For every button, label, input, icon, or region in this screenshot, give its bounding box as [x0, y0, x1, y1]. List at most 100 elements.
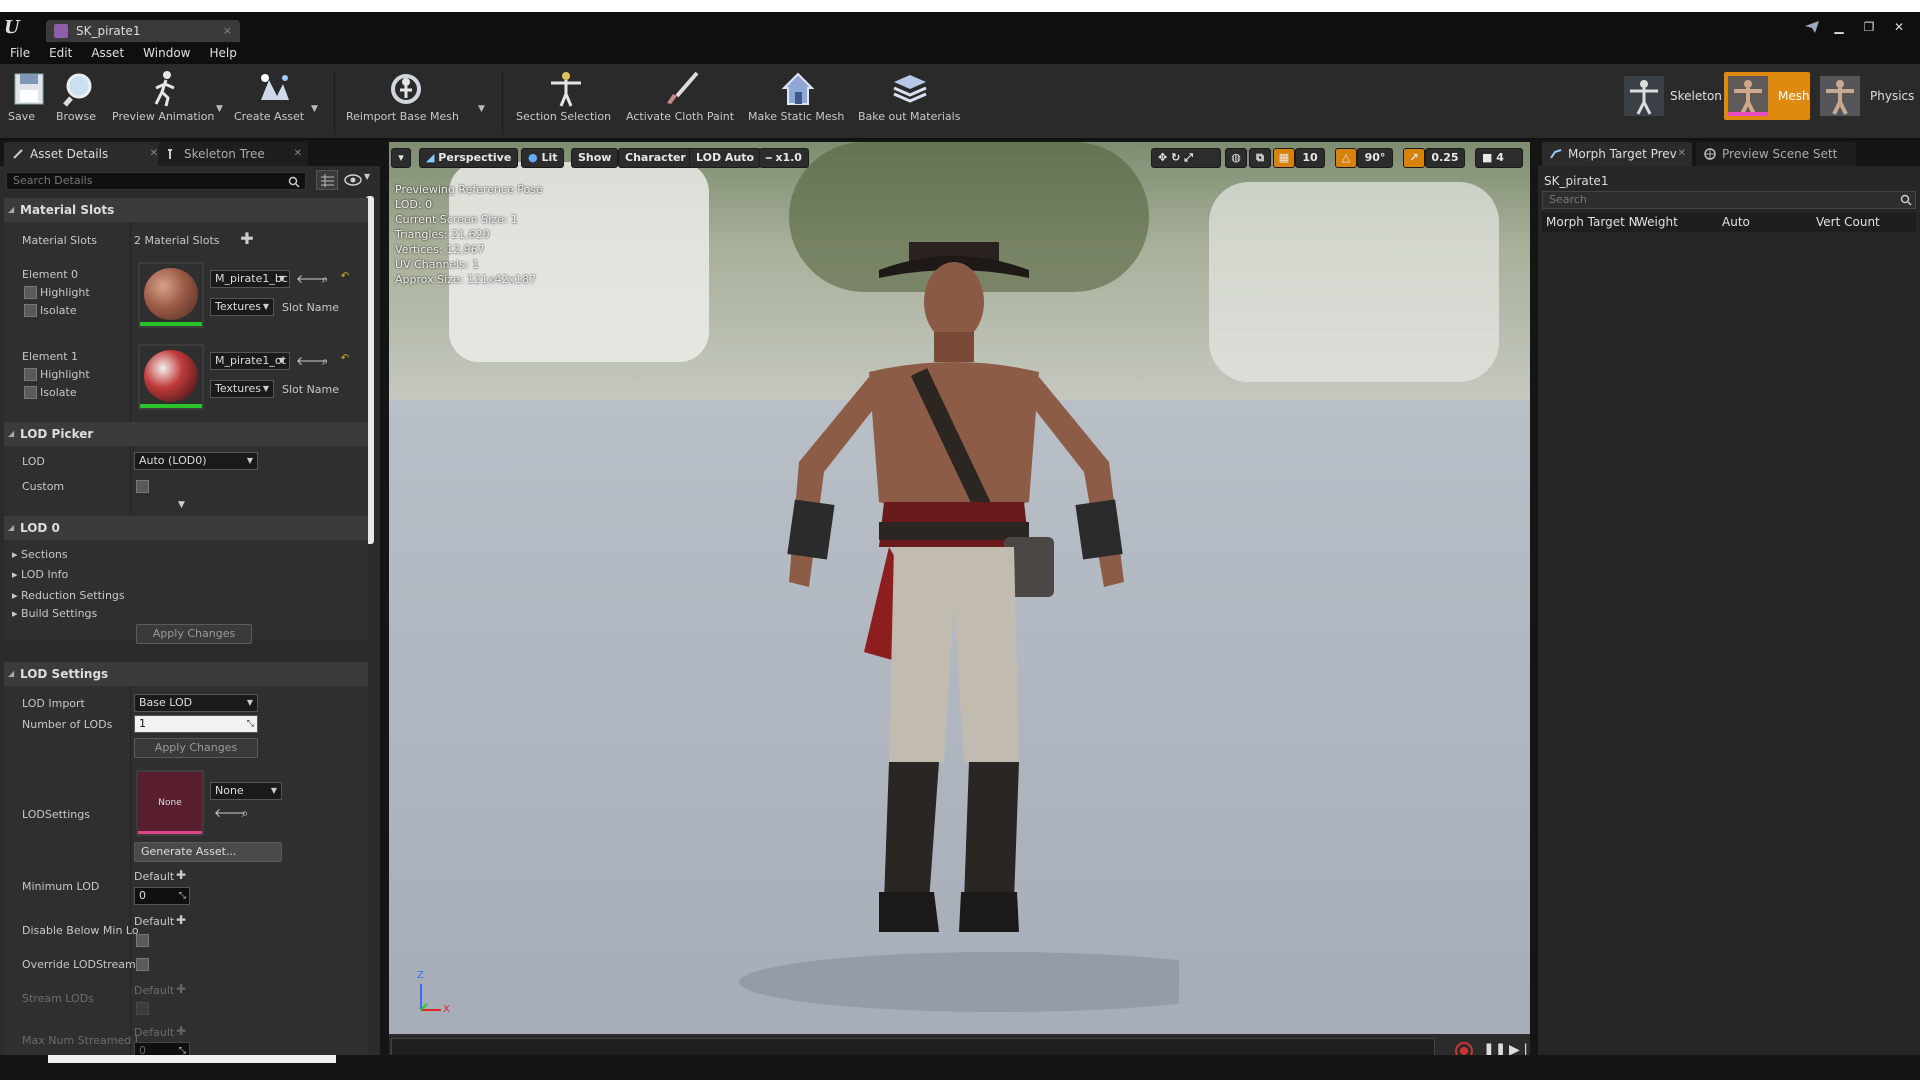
- preview-animation-dropdown-icon[interactable]: ▼: [216, 104, 223, 114]
- world-local-toggle-button[interactable]: ◍: [1225, 148, 1247, 168]
- create-asset-dropdown-icon[interactable]: ▼: [311, 104, 318, 114]
- view-options-button[interactable]: ▼: [344, 172, 374, 190]
- physics-mode-button[interactable]: Physics: [1816, 72, 1920, 120]
- add-platform-override-icon[interactable]: ✚: [174, 913, 188, 927]
- build-settings-expander[interactable]: ▸ Build Settings: [12, 607, 97, 620]
- lod-auto-button[interactable]: LOD Auto: [689, 148, 762, 168]
- perspective-button[interactable]: ◢ Perspective: [419, 148, 519, 168]
- preview-animation-button[interactable]: Preview Animation: [112, 64, 218, 140]
- lod-settings-header[interactable]: LOD Settings: [4, 662, 368, 686]
- tab-asset-details[interactable]: Asset Details ✕: [4, 142, 164, 166]
- column-vert-count[interactable]: Vert Count: [1816, 212, 1880, 232]
- playback-speed-button[interactable]: ⎯ x1.0: [759, 148, 809, 168]
- scale-snap-toggle-button[interactable]: ↗: [1403, 148, 1425, 168]
- expand-advanced-icon[interactable]: ▼: [178, 500, 185, 510]
- column-auto[interactable]: Auto: [1722, 212, 1750, 232]
- reduction-settings-expander[interactable]: ▸ Reduction Settings: [12, 589, 125, 602]
- close-tab-icon[interactable]: ×: [223, 20, 232, 42]
- rotation-snap-toggle-button[interactable]: △: [1335, 148, 1357, 168]
- add-platform-override-icon[interactable]: ✚: [174, 868, 188, 882]
- rotation-snap-value-button[interactable]: 90°: [1357, 148, 1393, 168]
- restore-button[interactable]: ❐: [1858, 18, 1880, 36]
- browse-material-search-icon[interactable]: ⌕: [318, 272, 332, 286]
- tab-morph-target-preview[interactable]: Morph Target Prev ✕: [1542, 142, 1692, 166]
- tab-skeleton-tree[interactable]: Skeleton Tree ✕: [158, 142, 308, 166]
- grid-snap-toggle-button[interactable]: ▦: [1273, 148, 1295, 168]
- menu-file[interactable]: File: [10, 42, 30, 64]
- viewport[interactable]: ▾ ◢ Perspective ● Lit Show Character LOD…: [389, 142, 1530, 1034]
- use-selected-arrow-icon[interactable]: 🡐: [214, 806, 246, 820]
- element-1-highlight-checkbox[interactable]: [24, 368, 37, 381]
- translate-icon[interactable]: ✥: [1158, 151, 1167, 164]
- viewport-options-button[interactable]: ▾: [391, 148, 411, 168]
- material-slots-header[interactable]: Material Slots: [4, 198, 368, 222]
- element-1-material-thumbnail[interactable]: [138, 344, 204, 410]
- property-matrix-button[interactable]: [316, 170, 338, 190]
- create-asset-button[interactable]: Create Asset: [234, 64, 314, 140]
- reimport-dropdown-icon[interactable]: ▼: [478, 104, 485, 114]
- search-icon[interactable]: [288, 176, 300, 188]
- character-button[interactable]: Character: [618, 148, 693, 168]
- use-selected-arrow-icon[interactable]: 🡐: [296, 272, 328, 286]
- feedback-icon[interactable]: [1804, 20, 1820, 34]
- menu-edit[interactable]: Edit: [49, 42, 72, 64]
- column-weight[interactable]: Weight: [1636, 212, 1678, 232]
- close-tab-icon[interactable]: ✕: [1678, 142, 1686, 166]
- lodsettings-asset-thumbnail[interactable]: None: [136, 770, 204, 836]
- use-selected-arrow-icon[interactable]: 🡐: [296, 354, 328, 368]
- skeleton-mode-button[interactable]: Skeleton: [1620, 72, 1722, 120]
- browse-asset-search-icon[interactable]: ⌕: [238, 806, 252, 820]
- column-morph-target-name[interactable]: Morph Target N: [1546, 212, 1638, 232]
- browse-button[interactable]: Browse: [56, 64, 106, 140]
- close-tab-icon[interactable]: ✕: [150, 142, 158, 166]
- element-0-textures-dropdown[interactable]: Textures ▼: [210, 298, 274, 316]
- override-lod-streaming-checkbox[interactable]: [136, 958, 149, 971]
- rotate-icon[interactable]: ↻: [1171, 151, 1180, 164]
- menu-window[interactable]: Window: [143, 42, 190, 64]
- scale-icon[interactable]: ⤢: [1184, 151, 1193, 164]
- lod-info-expander[interactable]: ▸ LOD Info: [12, 568, 68, 581]
- lit-view-mode-button[interactable]: ● Lit: [521, 148, 565, 168]
- save-button[interactable]: Save: [8, 64, 50, 140]
- show-button[interactable]: Show: [571, 148, 619, 168]
- element-0-isolate-checkbox[interactable]: [24, 304, 37, 317]
- grid-snap-value-button[interactable]: 10: [1295, 148, 1325, 168]
- reset-to-default-icon[interactable]: ↶: [338, 270, 352, 284]
- sections-expander[interactable]: ▸ Sections: [12, 548, 68, 561]
- menu-help[interactable]: Help: [209, 42, 236, 64]
- lod-settings-apply-changes-button[interactable]: Apply Changes: [134, 738, 258, 758]
- make-static-mesh-button[interactable]: Make Static Mesh: [748, 64, 848, 140]
- browse-material-search-icon[interactable]: ⌕: [318, 354, 332, 368]
- camera-speed-button[interactable]: ■ 4: [1475, 148, 1523, 168]
- close-tab-icon[interactable]: ✕: [294, 142, 302, 166]
- lodsettings-dropdown[interactable]: None ▼: [210, 782, 282, 800]
- number-of-lods-input[interactable]: 1 ⤡: [134, 715, 258, 733]
- tab-preview-scene-settings[interactable]: Preview Scene Sett: [1696, 142, 1856, 166]
- document-tab[interactable]: SK_pirate1 ×: [46, 20, 240, 42]
- lod-import-dropdown[interactable]: Base LOD ▼: [134, 694, 258, 712]
- morph-target-search-input[interactable]: Search: [1542, 191, 1916, 209]
- element-1-material-dropdown[interactable]: M_pirate1_ot ▼: [210, 352, 290, 370]
- element-0-highlight-checkbox[interactable]: [24, 286, 37, 299]
- minimum-lod-input[interactable]: 0 ⤡: [134, 887, 190, 905]
- section-selection-button[interactable]: Section Selection: [516, 64, 616, 140]
- mesh-mode-button[interactable]: Mesh: [1724, 72, 1810, 120]
- activate-cloth-paint-button[interactable]: Activate Cloth Paint: [626, 64, 738, 140]
- element-1-textures-dropdown[interactable]: Textures ▼: [210, 380, 274, 398]
- menu-asset[interactable]: Asset: [91, 42, 124, 64]
- minimize-button[interactable]: ▁: [1828, 18, 1850, 36]
- close-window-button[interactable]: ✕: [1888, 18, 1910, 36]
- bake-out-materials-button[interactable]: Bake out Materials: [858, 64, 962, 140]
- unreal-logo-icon[interactable]: U: [4, 17, 24, 38]
- element-0-material-dropdown[interactable]: M_pirate1_bc ▼: [210, 270, 290, 288]
- lod-dropdown[interactable]: Auto (LOD0) ▼: [134, 452, 258, 470]
- surface-snapping-button[interactable]: ⧉: [1249, 148, 1271, 168]
- reset-to-default-icon[interactable]: ↶: [338, 352, 352, 366]
- generate-asset-button[interactable]: Generate Asset...: [134, 842, 282, 862]
- pirate-character-mesh[interactable]: [729, 202, 1179, 1022]
- reimport-base-mesh-button[interactable]: Reimport Base Mesh: [346, 64, 466, 140]
- transform-tools-group[interactable]: ✥ ↻ ⤢: [1151, 148, 1221, 168]
- search-icon[interactable]: [1900, 194, 1912, 206]
- lod0-apply-changes-button[interactable]: Apply Changes: [136, 624, 252, 644]
- details-search-input[interactable]: Search Details: [6, 172, 306, 190]
